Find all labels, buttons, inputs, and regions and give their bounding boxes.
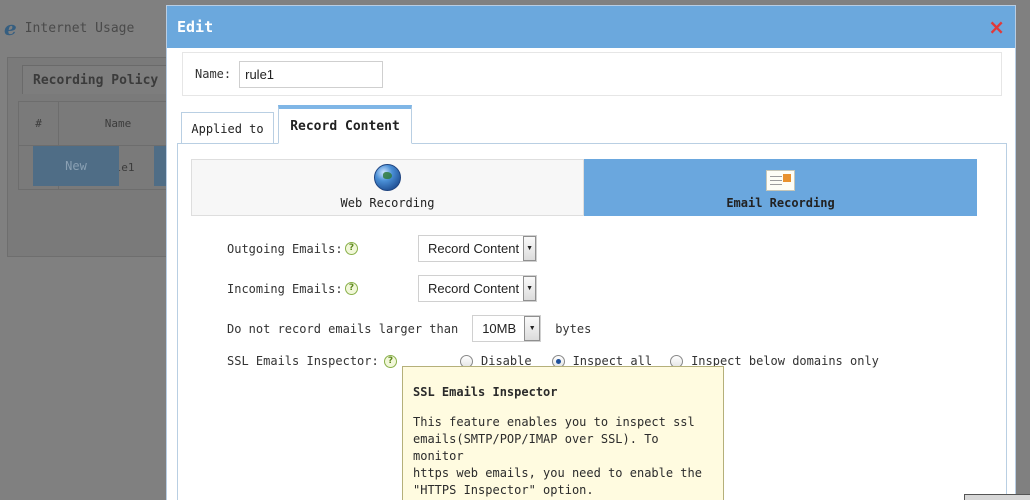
edit-dialog: Edit × Name: Applied to Record Content W… — [166, 5, 1016, 500]
incoming-emails-label: Incoming Emails: — [227, 281, 343, 296]
globe-icon — [374, 164, 401, 191]
chevron-down-icon: ▼ — [523, 276, 536, 301]
size-limit-label: Do not record emails larger than — [227, 321, 459, 336]
subtab-web-label: Web Recording — [340, 196, 435, 210]
help-icon[interactable]: ? — [384, 354, 397, 368]
email-icon — [766, 170, 795, 191]
size-limit-value: 10MB — [482, 321, 517, 336]
chevron-down-icon: ▼ — [524, 316, 541, 341]
size-limit-select[interactable]: 10MB ▼ — [472, 315, 542, 342]
chevron-down-icon: ▼ — [523, 236, 536, 261]
outgoing-emails-select[interactable]: Record Content ▼ — [418, 235, 537, 262]
table-header-row: # Name — [18, 101, 178, 146]
incoming-emails-row: Incoming Emails: ? Record Content ▼ — [227, 275, 537, 302]
name-label: Name: — [195, 67, 232, 81]
corner-widget — [964, 494, 1030, 500]
dialog-title: Edit — [177, 18, 214, 36]
name-input[interactable] — [239, 60, 384, 88]
tab-applied-to[interactable]: Applied to — [181, 112, 274, 144]
incoming-emails-select[interactable]: Record Content ▼ — [418, 275, 537, 302]
tab-recording-policy: Recording Policy — [22, 65, 172, 94]
subtab-email-label: Email Recording — [726, 196, 835, 210]
name-row: Name: — [182, 52, 1002, 96]
ssl-inspector-tooltip: SSL Emails Inspector This feature enable… — [402, 366, 724, 500]
size-limit-row: Do not record emails larger than 10MB ▼ … — [227, 315, 591, 342]
tab-record-content[interactable]: Record Content — [278, 105, 412, 144]
close-icon[interactable]: × — [988, 17, 1005, 37]
tooltip-title: SSL Emails Inspector — [413, 385, 558, 399]
tooltip-line: emails(SMTP/POP/IMAP over SSL). To monit… — [413, 432, 659, 463]
app-header: e Internet Usage — [4, 18, 134, 38]
tooltip-line: https web emails, you need to enable the — [413, 466, 702, 480]
tooltip-line: This feature enables you to inspect ssl — [413, 415, 695, 429]
help-icon[interactable]: ? — [345, 242, 358, 255]
tooltip-line: "HTTPS Inspector" option. — [413, 483, 594, 497]
outgoing-emails-row: Outgoing Emails: ? Record Content ▼ — [227, 235, 537, 262]
column-header-index: # — [18, 101, 59, 146]
outgoing-emails-label: Outgoing Emails: — [227, 241, 343, 256]
incoming-emails-value: Record Content — [428, 281, 520, 296]
recording-type-tabs: Web Recording Email Recording — [191, 159, 977, 216]
app-title: Internet Usage — [24, 20, 135, 36]
subtab-web-recording[interactable]: Web Recording — [191, 159, 584, 216]
help-icon[interactable]: ? — [345, 282, 358, 295]
new-button: New — [33, 146, 119, 186]
size-limit-unit: bytes — [555, 321, 592, 336]
column-header-name: Name — [58, 101, 178, 146]
subtab-email-recording[interactable]: Email Recording — [584, 159, 977, 216]
ssl-inspector-label: SSL Emails Inspector: — [227, 354, 379, 368]
outgoing-emails-value: Record Content — [428, 241, 520, 256]
dialog-header: Edit × — [167, 6, 1015, 48]
ie-logo-icon: e — [4, 16, 17, 40]
